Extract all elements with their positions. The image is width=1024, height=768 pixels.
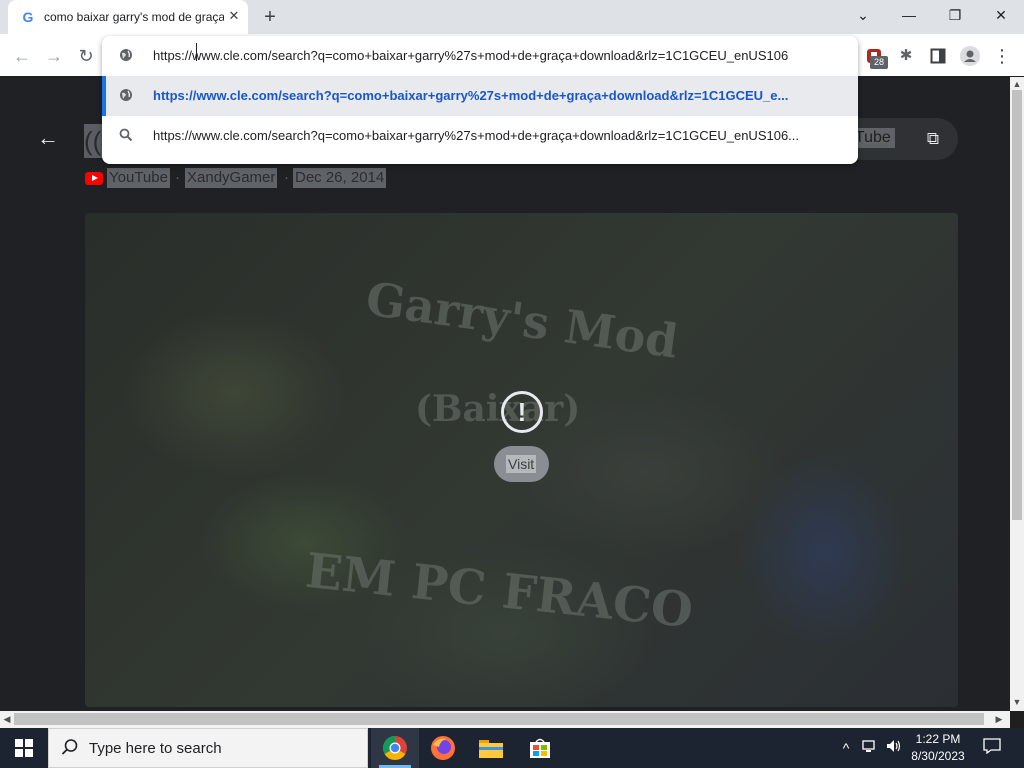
- thumbnail-title-text: Garry's Mod: [362, 271, 682, 369]
- tab-title: como baixar garry's mod de graça: [44, 10, 224, 24]
- video-source: YouTube: [107, 168, 170, 188]
- warning-exclamation-icon: !: [501, 391, 543, 433]
- meta-separator: ·: [175, 169, 180, 186]
- network-icon[interactable]: [860, 738, 880, 758]
- forward-arrow-icon[interactable]: →: [42, 44, 66, 68]
- windows-start-icon[interactable]: [0, 728, 48, 768]
- window-close-button[interactable]: ✕: [978, 0, 1024, 30]
- firefox-taskbar-icon[interactable]: [419, 728, 467, 768]
- extension-badge: 28: [870, 56, 888, 69]
- video-author: XandyGamer: [185, 168, 278, 188]
- text-cursor-icon: [196, 43, 202, 61]
- back-arrow-icon[interactable]: ←: [36, 126, 60, 150]
- restore-button[interactable]: ❐: [932, 0, 978, 30]
- profile-avatar-icon[interactable]: [958, 44, 982, 68]
- menu-kebab-icon[interactable]: ⋮: [990, 44, 1014, 68]
- youtube-logo-icon: [85, 172, 103, 185]
- scroll-right-icon[interactable]: ▶: [992, 712, 1006, 726]
- show-hidden-icons-chevron-icon[interactable]: ^: [836, 738, 856, 758]
- search-icon: [118, 128, 134, 144]
- thumbnail-subtitle-text: (Baixar): [415, 388, 581, 430]
- omnibox-suggestion[interactable]: https://www.cle.com/search?q=como+baixar…: [102, 76, 858, 116]
- file-explorer-taskbar-icon[interactable]: [467, 728, 515, 768]
- suggestion-text: https://www.cle.com/search?q=como+baixar…: [153, 128, 800, 143]
- scroll-down-icon[interactable]: ▼: [1010, 695, 1024, 709]
- back-arrow-icon[interactable]: ←: [10, 44, 34, 68]
- globe-icon: [118, 88, 134, 104]
- vertical-scroll-thumb[interactable]: [1012, 90, 1022, 520]
- active-tab[interactable]: G como baixar garry's mod de graça ✕: [8, 0, 248, 34]
- visit-button[interactable]: Visit: [494, 446, 549, 482]
- omnibox-input-row[interactable]: https://www.cle.com/search?q=como+baixar…: [102, 36, 858, 76]
- new-tab-button[interactable]: +: [258, 6, 282, 28]
- clock-time: 1:22 PM: [915, 732, 961, 746]
- open-in-new-icon: ⧉: [926, 129, 940, 148]
- omnibox-dropdown: https://www.cle.com/search?q=como+baixar…: [102, 36, 858, 164]
- microsoft-store-taskbar-icon[interactable]: [516, 728, 564, 768]
- taskbar-search-placeholder: Type here to search: [89, 740, 222, 757]
- meta-separator: ·: [284, 169, 289, 186]
- minimize-button[interactable]: —: [886, 0, 932, 30]
- suggestion-text: https://www.cle.com/search?q=como+baixar…: [153, 88, 789, 103]
- selection-indicator: [102, 76, 106, 116]
- video-date: Dec 26, 2014: [293, 168, 387, 188]
- scroll-up-icon[interactable]: ▲: [1010, 77, 1024, 91]
- scroll-left-icon[interactable]: ◀: [0, 712, 14, 726]
- visit-label: Visit: [506, 455, 537, 473]
- taskbar-search-box[interactable]: Type here to search: [48, 728, 368, 768]
- horizontal-scroll-thumb[interactable]: [14, 713, 984, 725]
- system-clock[interactable]: 1:22 PM 8/30/2023: [900, 730, 976, 766]
- tab-search-dropdown-icon[interactable]: ⌄: [840, 0, 886, 30]
- tab-close-icon[interactable]: ✕: [226, 8, 242, 24]
- address-bar-input[interactable]: https://www.cle.com/search?q=como+baixar…: [153, 48, 848, 63]
- omnibox-suggestion[interactable]: https://www.cle.com/search?q=como+baixar…: [102, 116, 858, 156]
- side-panel-icon[interactable]: [926, 44, 950, 68]
- clock-date: 8/30/2023: [911, 749, 965, 763]
- globe-icon: [118, 48, 134, 64]
- notifications-icon[interactable]: [980, 738, 1004, 758]
- reload-icon[interactable]: ↻: [74, 44, 98, 68]
- search-icon: [61, 738, 81, 758]
- thumbnail-caption-text: EM PC FRACO: [303, 542, 696, 640]
- chrome-taskbar-icon[interactable]: [371, 728, 419, 768]
- google-favicon-icon: G: [22, 9, 34, 25]
- puzzle-extensions-icon[interactable]: ✱: [894, 44, 918, 68]
